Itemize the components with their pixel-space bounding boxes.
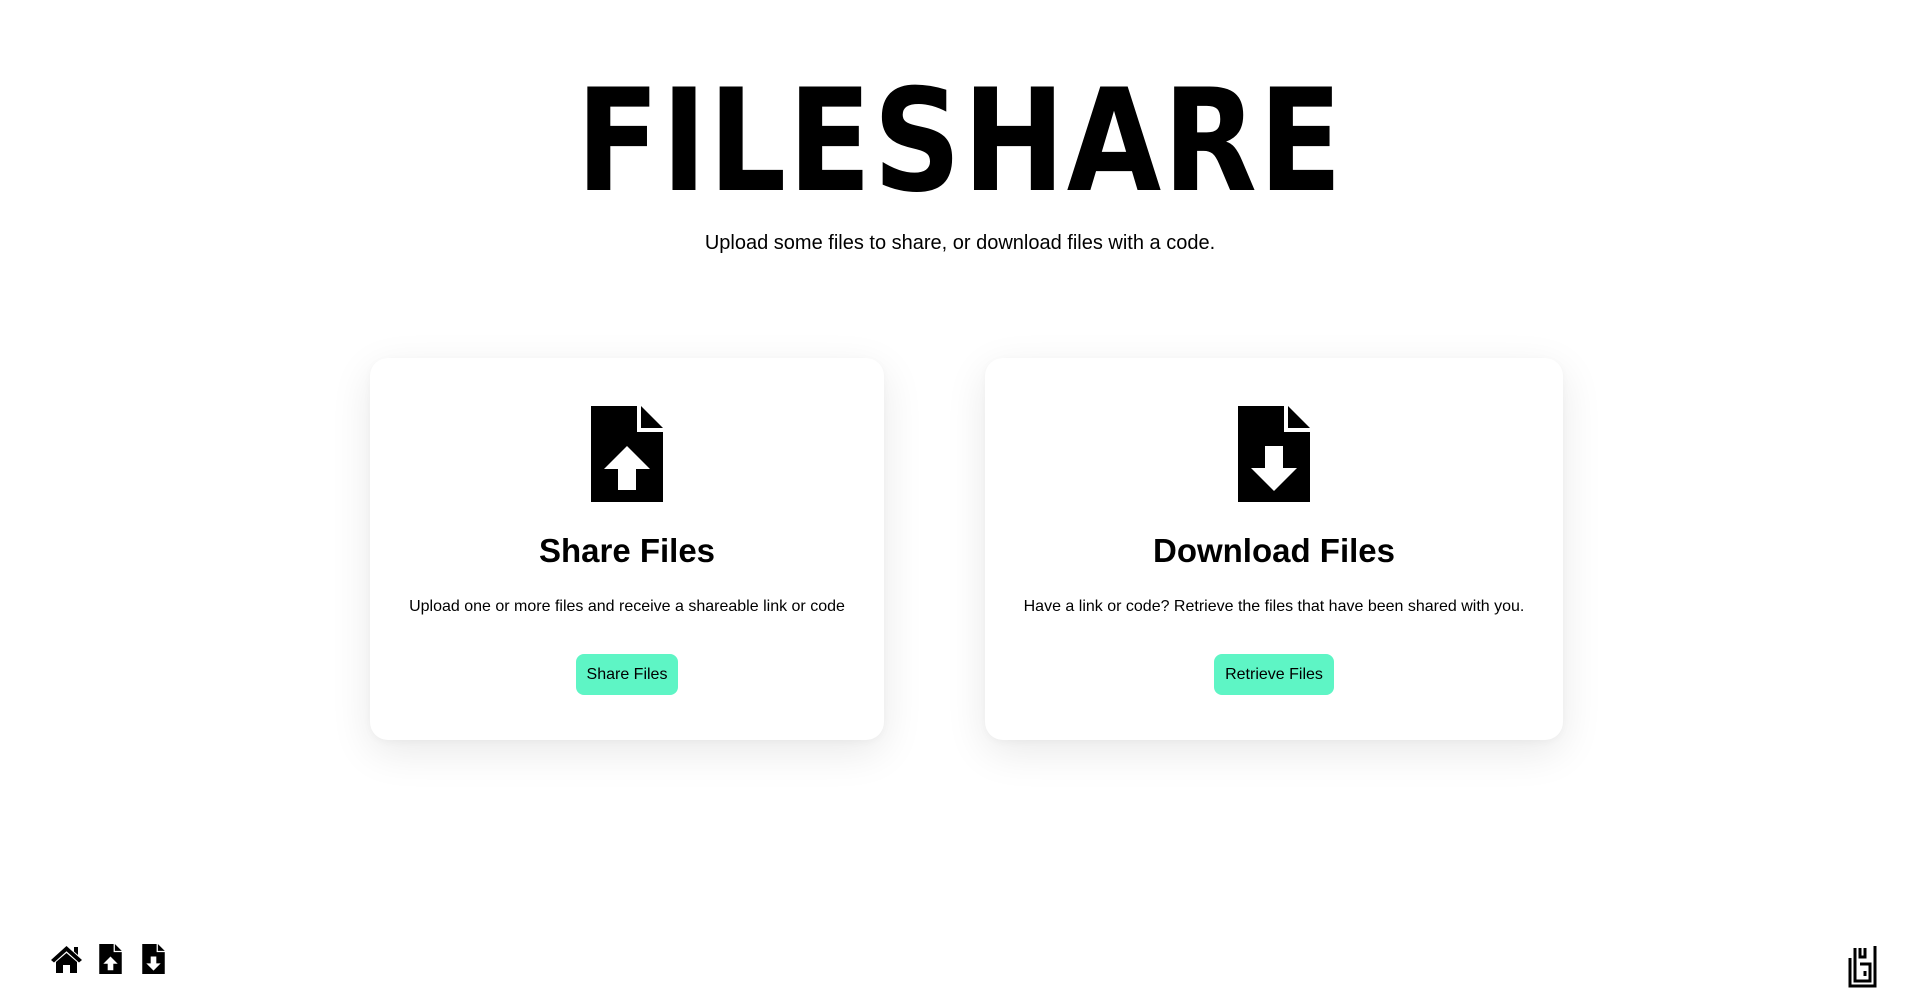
file-upload-icon [591,406,663,502]
share-files-button[interactable]: Share Files [575,654,679,695]
share-files-description: Upload one or more files and receive a s… [409,598,845,615]
download-files-card: Download Files Have a link or code? Retr… [985,358,1563,740]
file-upload-icon[interactable] [99,944,122,979]
download-files-description: Have a link or code? Retrieve the files … [1023,598,1525,615]
page-title: FILESHARE [576,59,1344,224]
file-download-icon[interactable] [142,944,165,979]
download-files-title: Download Files [1152,532,1396,569]
share-files-card: Share Files Upload one or more files and… [370,358,884,740]
footer-nav [50,944,165,979]
share-files-title: Share Files [538,532,716,569]
retrieve-files-button[interactable]: Retrieve Files [1214,654,1334,695]
page: FILESHARE Upload some files to share, or… [0,0,1920,1006]
file-download-icon [1238,406,1310,502]
home-icon[interactable] [50,944,83,979]
brand-logo-icon[interactable] [1848,944,1877,988]
page-subtitle: Upload some files to share, or download … [704,232,1216,254]
